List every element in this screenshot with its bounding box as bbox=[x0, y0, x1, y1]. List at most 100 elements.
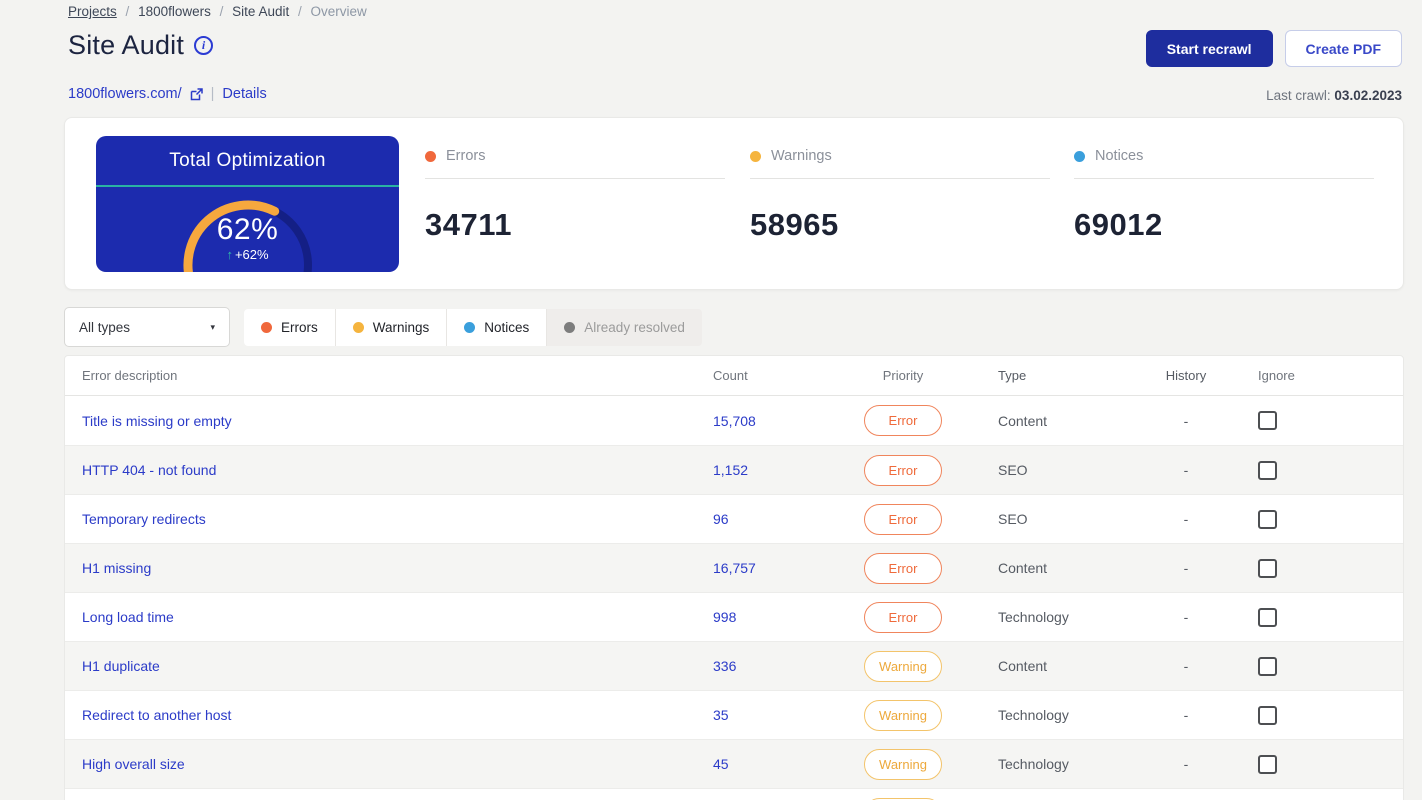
issue-type: Technology bbox=[998, 756, 1069, 772]
breadcrumb-projects[interactable]: Projects bbox=[68, 4, 117, 19]
col-ignore: Ignore bbox=[1258, 368, 1295, 383]
issue-type: SEO bbox=[998, 511, 1028, 527]
type-filter-value: All types bbox=[79, 319, 131, 335]
ignore-checkbox[interactable] bbox=[1258, 656, 1277, 676]
issue-count-link[interactable]: 336 bbox=[713, 658, 736, 674]
notices-dot-icon bbox=[464, 321, 476, 333]
errors-dot-icon bbox=[425, 150, 436, 162]
issue-type: Technology bbox=[998, 609, 1069, 625]
issue-count-link[interactable]: 1,152 bbox=[713, 462, 748, 478]
issue-description-link[interactable]: H1 missing bbox=[82, 560, 151, 576]
info-icon[interactable]: i bbox=[194, 36, 214, 55]
issue-history: - bbox=[1183, 756, 1189, 772]
priority-badge: Error bbox=[864, 601, 942, 633]
ignore-checkbox[interactable] bbox=[1258, 558, 1277, 578]
gauge-title: Total Optimization bbox=[169, 149, 326, 171]
filter-notices-label: Notices bbox=[484, 319, 530, 335]
issue-description-link[interactable]: Redirect to another host bbox=[82, 707, 231, 723]
issue-type: Content bbox=[998, 560, 1048, 576]
resolved-dot-icon bbox=[564, 321, 576, 333]
ignore-checkbox[interactable] bbox=[1258, 754, 1277, 774]
issue-count-link[interactable]: 16,757 bbox=[713, 560, 756, 576]
gauge-delta: ↑ +62% bbox=[96, 247, 399, 262]
filter-errors-label: Errors bbox=[281, 319, 318, 335]
gauge-value: 62% bbox=[216, 213, 279, 246]
col-type: Type bbox=[998, 368, 1027, 383]
issue-count-link[interactable]: 45 bbox=[713, 756, 729, 772]
up-arrow-icon: ↑ bbox=[226, 247, 233, 262]
issue-history: - bbox=[1183, 560, 1189, 576]
last-crawl: Last crawl: 03.02.2023 bbox=[1266, 88, 1402, 103]
create-pdf-button[interactable]: Create PDF bbox=[1284, 30, 1402, 67]
ignore-checkbox[interactable] bbox=[1258, 607, 1277, 627]
issue-type: SEO bbox=[998, 462, 1028, 478]
type-filter-dropdown[interactable]: All types ▾ bbox=[64, 307, 230, 347]
issue-description-link[interactable]: High overall size bbox=[82, 756, 185, 772]
stat-notices-label: Notices bbox=[1095, 148, 1144, 164]
severity-filter-group: Errors Warnings Notices Already resolved bbox=[244, 308, 702, 346]
issue-description-link[interactable]: HTTP 404 - not found bbox=[82, 462, 216, 478]
priority-badge: Warning bbox=[864, 699, 942, 731]
divider bbox=[750, 178, 1050, 179]
issue-description-link[interactable]: Long load time bbox=[82, 609, 174, 625]
priority-badge: Error bbox=[864, 454, 942, 486]
ignore-checkbox[interactable] bbox=[1258, 509, 1277, 529]
table-row: Temporary redirects 96 Error SEO - bbox=[65, 494, 1403, 543]
breadcrumb-site-audit[interactable]: Site Audit bbox=[232, 4, 289, 19]
issue-count-link[interactable]: 15,708 bbox=[713, 413, 756, 429]
errors-dot-icon bbox=[261, 321, 272, 333]
table-row: Long load time 998 Error Technology - bbox=[65, 592, 1403, 641]
col-history: History bbox=[1165, 368, 1207, 383]
breadcrumb-separator: / bbox=[125, 4, 130, 19]
stat-errors-label: Errors bbox=[446, 148, 486, 164]
ignore-checkbox[interactable] bbox=[1258, 411, 1277, 430]
col-priority: Priority bbox=[882, 368, 924, 383]
issue-count-link[interactable]: 96 bbox=[713, 511, 729, 527]
filter-errors-button[interactable]: Errors bbox=[244, 308, 336, 346]
table-row: H1 missing 16,757 Error Content - bbox=[65, 543, 1403, 592]
issue-type: Content bbox=[998, 412, 1048, 429]
priority-badge: Error bbox=[864, 405, 942, 436]
table-row: H1 duplicate 336 Warning Content - bbox=[65, 641, 1403, 690]
last-crawl-label: Last crawl: bbox=[1266, 88, 1331, 103]
page-title: Site Audit bbox=[68, 30, 185, 60]
ignore-checkbox[interactable] bbox=[1258, 705, 1277, 725]
issue-type: Content bbox=[998, 658, 1048, 674]
breadcrumb-current: Overview bbox=[310, 4, 367, 19]
domain-separator: | bbox=[210, 86, 215, 102]
external-link-icon[interactable] bbox=[190, 87, 203, 101]
issue-description-link[interactable]: H1 duplicate bbox=[82, 658, 160, 674]
issue-description-link[interactable]: Temporary redirects bbox=[82, 511, 206, 527]
stat-warnings: Warnings 58965 bbox=[750, 148, 1050, 243]
table-row: Title is missing or empty 15,708 Error C… bbox=[65, 396, 1403, 445]
filter-already-resolved-label: Already resolved bbox=[584, 319, 685, 335]
issue-description-link[interactable]: Title is missing or empty bbox=[82, 413, 232, 429]
issue-count-link[interactable]: 35 bbox=[713, 707, 729, 723]
domain-link[interactable]: 1800flowers.com/ bbox=[68, 86, 182, 102]
col-count: Count bbox=[713, 368, 748, 383]
ignore-checkbox[interactable] bbox=[1258, 460, 1277, 480]
details-link[interactable]: Details bbox=[222, 86, 266, 102]
stat-notices: Notices 69012 bbox=[1074, 148, 1374, 243]
issue-history: - bbox=[1183, 609, 1189, 625]
notices-dot-icon bbox=[1074, 150, 1085, 162]
issue-history: - bbox=[1183, 511, 1189, 527]
filter-warnings-button[interactable]: Warnings bbox=[335, 308, 448, 346]
start-recrawl-button[interactable]: Start recrawl bbox=[1145, 30, 1273, 67]
chevron-down-icon: ▾ bbox=[210, 321, 215, 332]
issue-count-link[interactable]: 998 bbox=[713, 609, 736, 625]
priority-badge: Warning bbox=[864, 748, 942, 780]
table-row: High overall size 45 Warning Technology … bbox=[65, 739, 1403, 788]
breadcrumb-project-name[interactable]: 1800flowers bbox=[138, 4, 211, 19]
summary-card: Total Optimization 62% ↑ +62% Errors 3471… bbox=[64, 117, 1404, 290]
filter-warnings-label: Warnings bbox=[372, 319, 430, 335]
total-optimization-gauge: Total Optimization 62% ↑ +62% bbox=[96, 136, 399, 272]
filter-notices-button[interactable]: Notices bbox=[447, 308, 548, 346]
issue-history: - bbox=[1183, 412, 1189, 429]
filter-already-resolved-button[interactable]: Already resolved bbox=[547, 309, 702, 346]
warnings-dot-icon bbox=[750, 150, 761, 162]
table-row: HTTP 404 - not found 1,152 Error SEO - bbox=[65, 445, 1403, 494]
stat-warnings-label: Warnings bbox=[771, 148, 832, 164]
issue-history: - bbox=[1183, 462, 1189, 478]
issue-type: Technology bbox=[998, 707, 1069, 723]
